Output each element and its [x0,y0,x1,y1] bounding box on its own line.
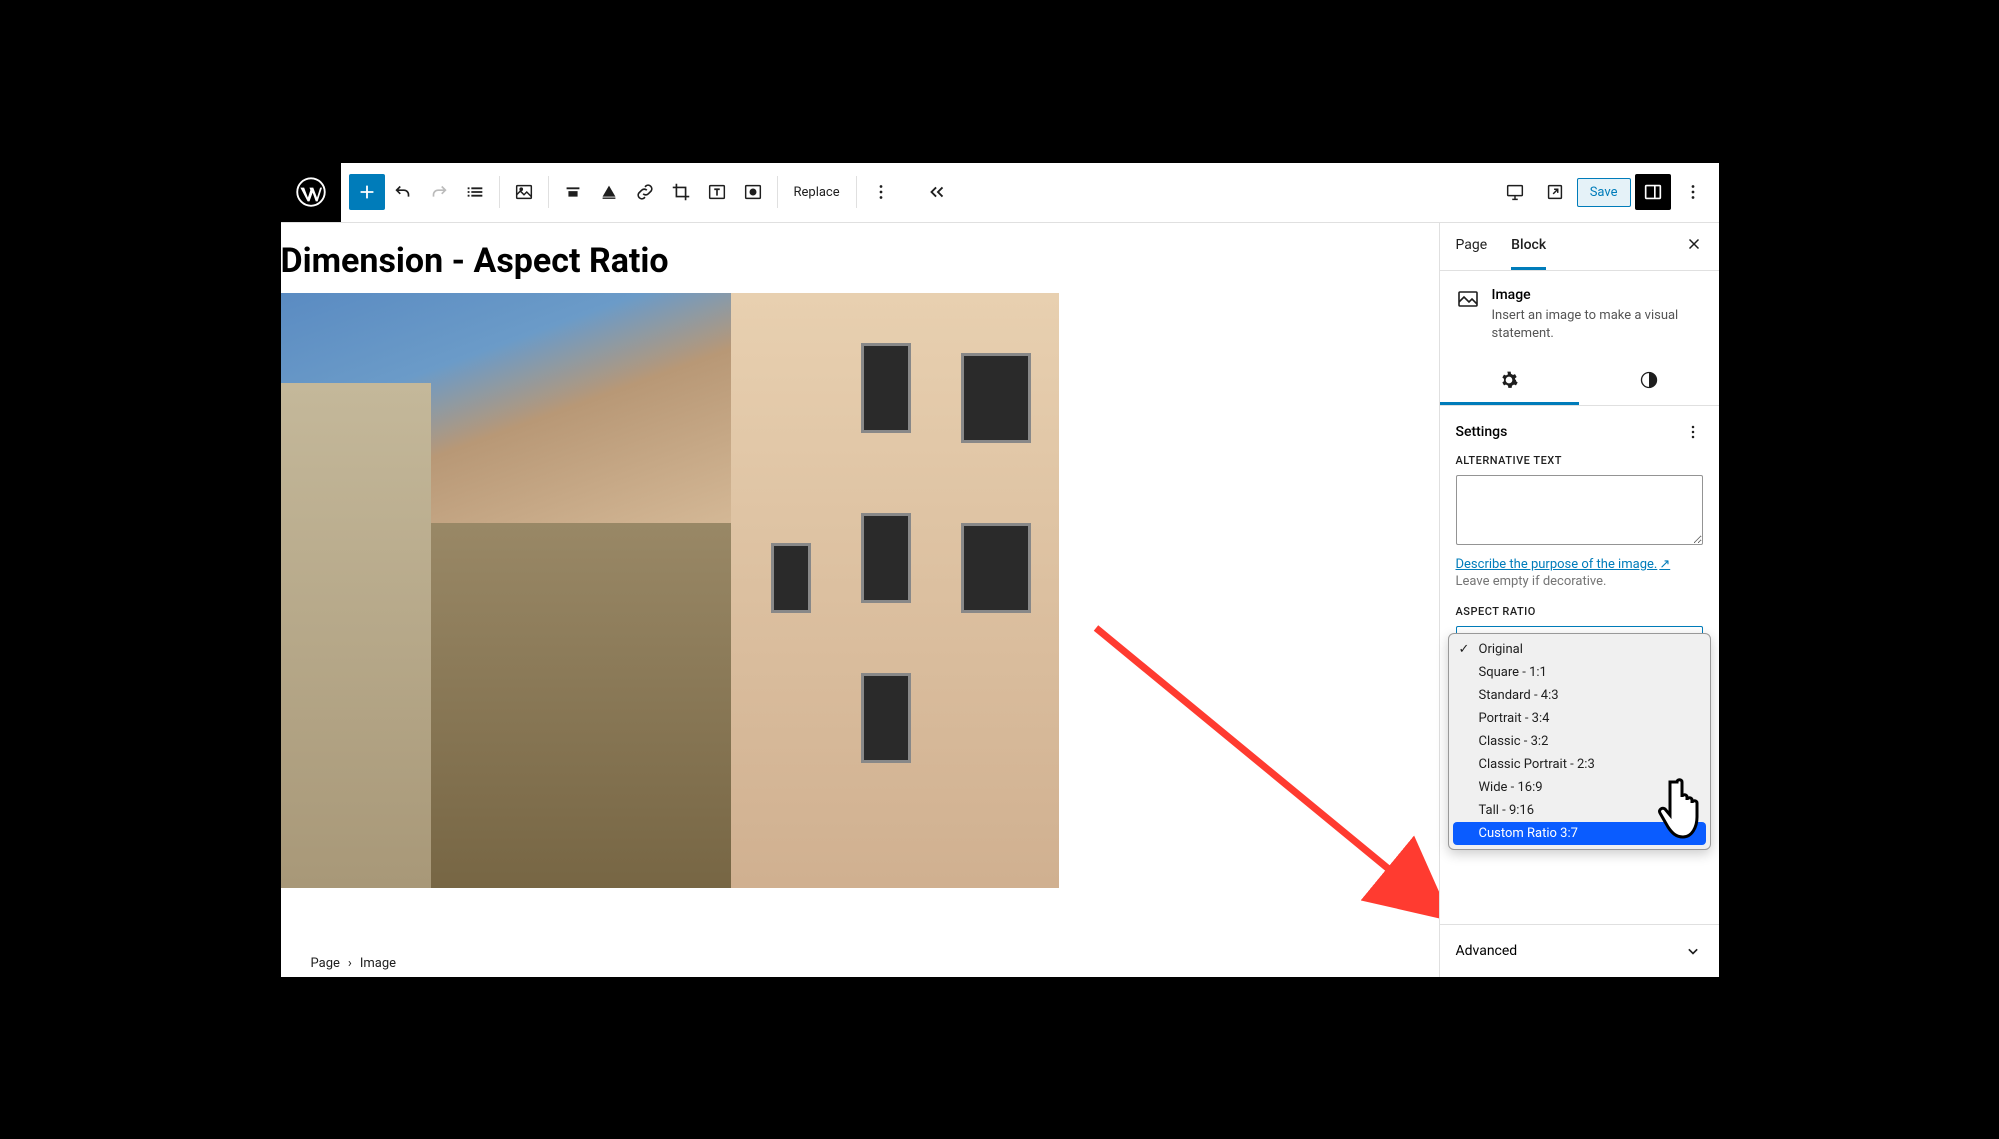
external-link-icon [1544,181,1566,203]
settings-section-title: Settings [1456,424,1508,440]
chevron-down-icon [1683,941,1703,961]
undo-icon [392,181,414,203]
breadcrumb-current[interactable]: Image [360,956,396,971]
list-icon [464,181,486,203]
aspect-option-classic-portrait[interactable]: Classic Portrait - 2:3 [1449,753,1710,776]
aspect-option-classic[interactable]: Classic - 3:2 [1449,730,1710,753]
gear-icon [1499,370,1519,390]
close-sidebar-button[interactable] [1685,235,1703,257]
image-icon [1456,287,1480,311]
block-description: Insert an image to make a visual stateme… [1492,307,1703,343]
aspect-ratio-label: ASPECT RATIO [1456,605,1703,618]
duotone-icon [742,181,764,203]
settings-sidebar: Page Block Image Insert an image to make… [1439,223,1719,977]
link-icon [634,181,656,203]
text-overlay-button[interactable] [699,174,735,210]
separator [777,176,778,208]
desktop-icon [1504,181,1526,203]
sidebar-icon [1642,181,1664,203]
editor-canvas[interactable]: Dimension - Aspect Ratio Page › I [281,223,1439,977]
separator [856,176,857,208]
wordpress-logo[interactable] [281,162,341,222]
advanced-panel-toggle[interactable]: Advanced [1440,924,1719,977]
view-page-button[interactable] [1537,174,1573,210]
breadcrumb-parent[interactable]: Page [311,956,340,971]
caption-icon [598,181,620,203]
alt-text-help-text: Leave empty if decorative. [1456,574,1703,589]
crop-icon [670,181,692,203]
collapse-toolbar-button[interactable] [919,174,955,210]
aspect-option-portrait[interactable]: Portrait - 3:4 [1449,707,1710,730]
breadcrumb: Page › Image [311,956,397,971]
chevron-double-left-icon [926,181,948,203]
align-icon [562,181,584,203]
annotation-arrow [1086,618,1439,928]
add-block-button[interactable] [349,174,385,210]
separator [499,176,500,208]
close-icon [1685,235,1703,253]
caption-button[interactable] [591,174,627,210]
external-link-icon: ↗ [1659,557,1670,572]
aspect-option-tall[interactable]: Tall - 9:16 [1449,799,1710,822]
align-button[interactable] [555,174,591,210]
alt-text-help-link[interactable]: Describe the purpose of the image. ↗ [1456,557,1671,572]
image-block[interactable] [281,293,1059,888]
crop-button[interactable] [663,174,699,210]
page-title[interactable]: Dimension - Aspect Ratio [281,223,1439,293]
replace-button[interactable]: Replace [784,179,850,206]
undo-button[interactable] [385,174,421,210]
redo-button[interactable] [421,174,457,210]
more-vertical-icon [1682,181,1704,203]
more-options-button[interactable] [863,174,899,210]
sub-tab-settings[interactable] [1440,359,1580,405]
tab-page[interactable]: Page [1456,223,1488,270]
aspect-option-wide[interactable]: Wide - 16:9 [1449,776,1710,799]
top-toolbar: Replace Save [281,163,1719,223]
redo-icon [428,181,450,203]
more-vertical-icon [870,181,892,203]
view-desktop-button[interactable] [1497,174,1533,210]
duotone-button[interactable] [735,174,771,210]
link-button[interactable] [627,174,663,210]
alt-text-input[interactable] [1456,475,1703,545]
options-button[interactable] [1675,174,1711,210]
text-icon [706,181,728,203]
alt-text-label: ALTERNATIVE TEXT [1456,454,1703,467]
sub-tab-styles[interactable] [1579,359,1719,405]
plus-icon [356,181,378,203]
aspect-ratio-dropdown: Original Square - 1:1 Standard - 4:3 Por… [1448,633,1711,850]
aspect-option-original[interactable]: Original [1449,638,1710,661]
document-overview-button[interactable] [457,174,493,210]
save-button[interactable]: Save [1577,178,1631,207]
tab-block[interactable]: Block [1511,223,1546,270]
image-block-button[interactable] [506,174,542,210]
aspect-option-custom[interactable]: Custom Ratio 3:7 [1453,822,1706,845]
block-name: Image [1492,287,1703,303]
separator [548,176,549,208]
settings-sidebar-toggle[interactable] [1635,174,1671,210]
aspect-option-square[interactable]: Square - 1:1 [1449,661,1710,684]
more-vertical-icon[interactable] [1683,422,1703,442]
chevron-right-icon: › [348,956,352,971]
styles-icon [1639,370,1659,390]
aspect-option-standard[interactable]: Standard - 4:3 [1449,684,1710,707]
image-icon [513,181,535,203]
